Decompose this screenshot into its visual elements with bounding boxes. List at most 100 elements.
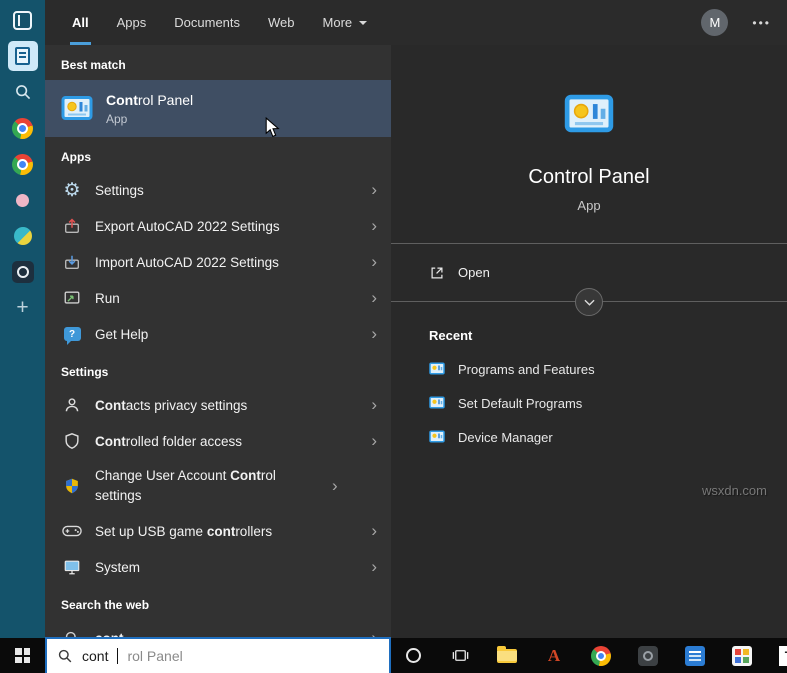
expand-preview-button[interactable]	[575, 288, 603, 316]
watermark: wsxdn.com	[701, 483, 767, 498]
dark-app-icon[interactable]	[8, 257, 38, 287]
chevron-right-icon[interactable]	[371, 432, 377, 451]
chevron-right-icon[interactable]	[371, 396, 377, 415]
control-panel-icon	[61, 95, 93, 120]
t-app-button[interactable]: T	[778, 645, 787, 667]
settings-gear-icon	[61, 181, 83, 200]
colorful-app-button[interactable]	[731, 645, 753, 667]
uac-shield-icon	[61, 477, 83, 495]
result-row-contacts-privacy[interactable]: Contacts privacy settings	[45, 387, 391, 423]
plus-icon	[16, 297, 28, 319]
result-label: System	[95, 559, 141, 575]
pink-app-icon-glyph	[16, 193, 29, 207]
chevron-right-icon[interactable]	[371, 217, 377, 236]
result-label: Settings	[95, 182, 144, 198]
get-help-icon	[61, 327, 83, 345]
chevron-right-icon[interactable]	[371, 289, 377, 308]
blue-document-app-button[interactable]	[684, 645, 706, 667]
recent-item-programs-and-features[interactable]: Programs and Features	[429, 361, 787, 377]
best-match-result[interactable]: Control Panel App	[45, 80, 391, 137]
chrome-taskbar-button[interactable]	[590, 645, 612, 667]
search-icon	[15, 85, 30, 100]
sphere-app-icon[interactable]	[8, 221, 38, 251]
result-label: Export AutoCAD 2022 Settings	[95, 218, 280, 234]
chrome-icon-2[interactable]	[8, 149, 38, 179]
sidebar-search-icon[interactable]	[8, 77, 38, 107]
tab-apps-label: Apps	[116, 15, 147, 30]
dark-app-icon-glyph	[11, 261, 34, 283]
add-tab-icon[interactable]	[8, 293, 38, 323]
result-row-run[interactable]: Run	[45, 280, 391, 316]
result-label: Contacts privacy settings	[95, 397, 248, 413]
t-app-icon: T	[779, 645, 787, 666]
result-row-import-autocad[interactable]: Import AutoCAD 2022 Settings	[45, 244, 391, 280]
chrome-icon[interactable]	[8, 113, 38, 143]
chrome-icon	[591, 645, 611, 666]
chevron-right-icon[interactable]	[371, 253, 377, 272]
recent-item-set-default-programs[interactable]: Set Default Programs	[429, 395, 787, 411]
result-row-get-help[interactable]: Get Help	[45, 316, 391, 352]
shield-icon	[61, 432, 83, 450]
preview-pane: Control Panel App Open Recent Programs a…	[391, 45, 787, 638]
chevron-right-icon[interactable]	[371, 325, 377, 344]
chevron-right-icon[interactable]	[371, 181, 377, 200]
notes-icon[interactable]	[7, 41, 38, 71]
chevron-right-icon[interactable]	[371, 558, 377, 577]
avatar[interactable]: M	[701, 9, 729, 36]
result-label: Controlled folder access	[95, 433, 243, 449]
result-row-export-autocad[interactable]: Export AutoCAD 2022 Settings	[45, 208, 391, 244]
divider	[391, 288, 787, 316]
open-label: Open	[458, 265, 490, 280]
cortana-button[interactable]	[402, 645, 424, 667]
section-best-match: Best match	[61, 58, 126, 72]
result-row-settings[interactable]: Settings	[45, 172, 391, 208]
task-view-icon	[452, 650, 468, 661]
section-apps: Apps	[61, 150, 91, 164]
result-row-web-search[interactable]: cont	[45, 620, 391, 638]
taskbar-search-box[interactable]: cont rol Panel	[45, 637, 391, 673]
results-pane: Best match Control Panel App Apps Settin…	[45, 45, 391, 638]
autocad-button[interactable]: A	[543, 645, 565, 667]
control-panel-mini-icon	[429, 362, 445, 375]
result-row-usb-controllers[interactable]: Set up USB game controllers	[45, 513, 391, 549]
gray-app-button[interactable]	[637, 645, 659, 667]
gamepad-icon	[61, 524, 83, 538]
start-button[interactable]	[0, 638, 45, 673]
chevron-down-icon	[359, 20, 368, 29]
chevron-right-icon[interactable]	[371, 522, 377, 541]
recent-section-label: Recent	[429, 328, 473, 343]
chevron-down-icon	[583, 299, 595, 306]
tab-all[interactable]: All	[70, 0, 91, 45]
result-label: Change User Account Control settings	[95, 468, 276, 503]
notes-icon-glyph	[15, 47, 30, 65]
tab-documents[interactable]: Documents	[174, 0, 240, 45]
tab-web[interactable]: Web	[268, 0, 295, 45]
recent-item-device-manager[interactable]: Device Manager	[429, 429, 787, 445]
blue-document-app-icon	[685, 645, 705, 666]
chrome-icon-glyph	[12, 117, 33, 139]
task-view-button[interactable]	[449, 645, 471, 667]
section-settings: Settings	[61, 365, 109, 379]
recent-item-label: Set Default Programs	[458, 395, 583, 411]
result-row-controlled-folder[interactable]: Controlled folder access	[45, 423, 391, 459]
colorful-app-icon	[732, 645, 752, 666]
tab-apps[interactable]: Apps	[117, 0, 147, 45]
cortana-icon	[405, 648, 421, 663]
result-label: Set up USB game controllers	[95, 523, 273, 539]
section-search-web: Search the web	[61, 598, 150, 612]
search-flyout-header: All Apps Documents Web More M	[45, 0, 787, 45]
tab-web-label: Web	[268, 15, 295, 30]
file-explorer-button[interactable]	[496, 645, 518, 667]
export-settings-icon	[61, 217, 83, 235]
collections-icon[interactable]	[8, 5, 38, 35]
tab-more-label: More	[322, 15, 353, 30]
sphere-app-icon-glyph	[13, 227, 32, 245]
chevron-right-icon[interactable]	[332, 477, 338, 496]
pink-app-icon[interactable]	[8, 185, 38, 215]
collections-icon-glyph	[13, 10, 32, 30]
best-match-subtitle: App	[106, 111, 128, 126]
result-row-uac[interactable]: Change User Account Control settings	[45, 459, 391, 513]
tab-more[interactable]: More	[323, 0, 368, 45]
result-row-system[interactable]: System	[45, 549, 391, 585]
more-options-icon[interactable]	[752, 14, 771, 32]
